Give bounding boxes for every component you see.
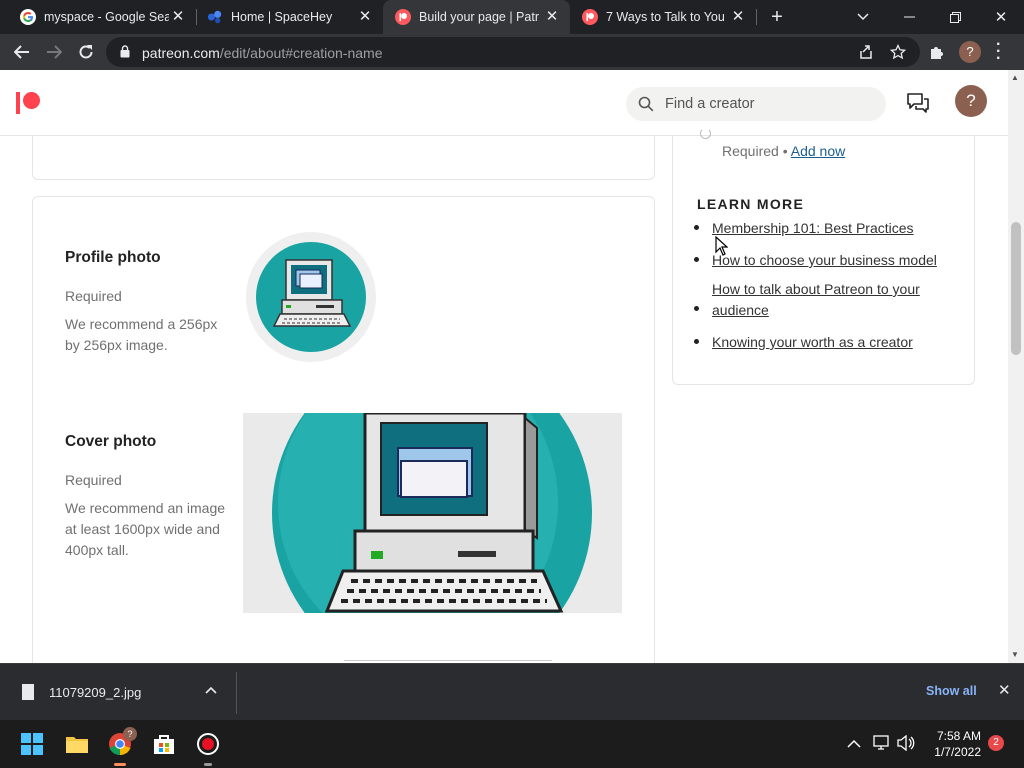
scroll-down-arrow-icon[interactable]: ▼: [1011, 650, 1019, 659]
notification-badge[interactable]: 2: [988, 735, 1004, 751]
close-tab-icon[interactable]: ✕: [357, 9, 373, 25]
downloads-divider: [236, 672, 237, 714]
add-now-link[interactable]: Add now: [791, 143, 845, 159]
learn-link-membership-101[interactable]: Membership 101: Best Practices: [712, 218, 947, 239]
spacehey-icon: [207, 9, 223, 25]
forward-arrow-icon[interactable]: [41, 39, 67, 65]
close-window-icon[interactable]: ✕: [978, 0, 1024, 34]
chrome-profile-badge: ?: [123, 727, 137, 741]
retro-computer-icon: [272, 413, 592, 613]
learn-more-heading: LEARN MORE: [697, 196, 805, 212]
close-tab-icon[interactable]: ✕: [730, 9, 746, 25]
chevron-up-icon[interactable]: [205, 682, 217, 697]
help-avatar-button[interactable]: ?: [955, 85, 987, 117]
url-text[interactable]: patreon.com/edit/about#creation-name: [142, 45, 383, 61]
patreon-icon: [582, 9, 598, 25]
learn-link-knowing-worth[interactable]: Knowing your worth as a creator: [712, 332, 947, 353]
tab-search-chevron-icon[interactable]: [840, 0, 886, 34]
screen-recorder-icon[interactable]: [196, 732, 220, 756]
active-app-indicator: [114, 763, 126, 766]
close-tab-icon[interactable]: ✕: [170, 9, 186, 25]
volume-icon[interactable]: [897, 735, 915, 751]
tab-patreon-ways[interactable]: 7 Ways to Talk to Your ✕: [570, 0, 756, 34]
tab-spacehey[interactable]: Home | SpaceHey ✕: [196, 0, 383, 34]
search-placeholder: Find a creator: [665, 96, 755, 112]
section-divider: [344, 660, 552, 661]
profile-photo-image[interactable]: [256, 242, 366, 352]
close-downloads-icon[interactable]: ✕: [998, 681, 1011, 699]
bullet-icon: [694, 225, 699, 230]
search-input[interactable]: Find a creator: [626, 87, 886, 121]
clock-time: 7:58 AM: [936, 729, 981, 743]
cover-photo-image[interactable]: [243, 413, 622, 613]
show-all-link[interactable]: Show all: [926, 684, 977, 698]
microsoft-store-icon[interactable]: [152, 732, 176, 756]
mouse-cursor-icon: [715, 236, 728, 256]
patreon-logo[interactable]: [16, 92, 40, 114]
page-scrollbar[interactable]: [1008, 70, 1024, 663]
chevron-up-icon[interactable]: [847, 739, 861, 749]
download-file-name[interactable]: 11079209_2.jpg: [49, 685, 141, 700]
browser-tab-strip: myspace - Google Sear ✕ Home | SpaceHey …: [0, 0, 1024, 34]
file-explorer-icon[interactable]: [65, 732, 89, 756]
learn-link-business-model[interactable]: How to choose your business model: [712, 250, 947, 271]
windows-start-icon[interactable]: [20, 732, 44, 756]
profile-photo-description: We recommend a 256px by 256px image.: [65, 316, 218, 353]
cover-photo-required: Required: [65, 472, 122, 488]
address-bar[interactable]: patreon.com/edit/about#creation-name: [106, 37, 920, 67]
file-icon: [22, 684, 34, 700]
scroll-up-arrow-icon[interactable]: ▲: [1011, 73, 1019, 82]
radio-icon[interactable]: [700, 128, 711, 139]
bullet-icon: [694, 257, 699, 262]
new-tab-icon[interactable]: +: [754, 0, 800, 34]
patreon-header: Find a creator ?: [0, 70, 1008, 136]
tab-patreon-build[interactable]: Build your page | Patre ✕: [383, 0, 570, 34]
running-app-indicator: [204, 763, 212, 766]
extensions-puzzle-icon[interactable]: [929, 44, 945, 60]
messages-icon[interactable]: [906, 91, 930, 115]
learn-link-talk-about-patreon[interactable]: How to talk about Patreon to your audien…: [712, 279, 947, 321]
reload-icon[interactable]: [73, 39, 99, 65]
restore-icon[interactable]: [932, 0, 978, 34]
browser-toolbar: patreon.com/edit/about#creation-name ? ·…: [0, 34, 1024, 70]
required-add-now: Required • Add now: [722, 143, 846, 159]
tab-google[interactable]: myspace - Google Sear ✕: [0, 0, 196, 34]
clock-date: 1/7/2022: [934, 745, 981, 759]
tab-title: Home | SpaceHey: [231, 10, 333, 24]
bullet-icon: [694, 339, 699, 344]
cover-photo-description: We recommend an image at least 1600px wi…: [65, 500, 226, 558]
tab-title: myspace - Google Sear: [44, 10, 169, 24]
profile-photo-title: Profile photo: [65, 249, 161, 266]
lock-icon[interactable]: [120, 45, 130, 58]
minimize-icon[interactable]: [886, 0, 932, 34]
bookmark-star-icon[interactable]: [890, 44, 906, 60]
search-icon: [638, 96, 654, 112]
chrome-menu-icon[interactable]: · · ·: [996, 37, 1001, 67]
bullet-icon: [694, 306, 699, 311]
previous-section-card: [32, 136, 655, 180]
profile-photo-required: Required: [65, 288, 122, 304]
tab-title: Build your page | Patre: [419, 10, 539, 24]
scrollbar-thumb[interactable]: [1011, 222, 1021, 355]
patreon-icon: [395, 9, 411, 25]
retro-computer-icon: [272, 259, 352, 327]
windows-taskbar: ? 7:58 AM 1/7/2022 2: [0, 720, 1024, 768]
network-icon[interactable]: [873, 735, 891, 751]
back-arrow-icon[interactable]: [9, 39, 35, 65]
cover-photo-title: Cover photo: [65, 433, 157, 450]
downloads-bar: 11079209_2.jpg Show all ✕: [0, 663, 1024, 720]
system-clock[interactable]: 7:58 AM 1/7/2022: [918, 728, 981, 760]
tab-title: 7 Ways to Talk to Your: [606, 10, 724, 24]
close-tab-icon[interactable]: ✕: [544, 9, 560, 25]
share-icon[interactable]: [858, 44, 874, 60]
google-icon: [20, 9, 36, 25]
profile-avatar[interactable]: ?: [959, 41, 981, 63]
